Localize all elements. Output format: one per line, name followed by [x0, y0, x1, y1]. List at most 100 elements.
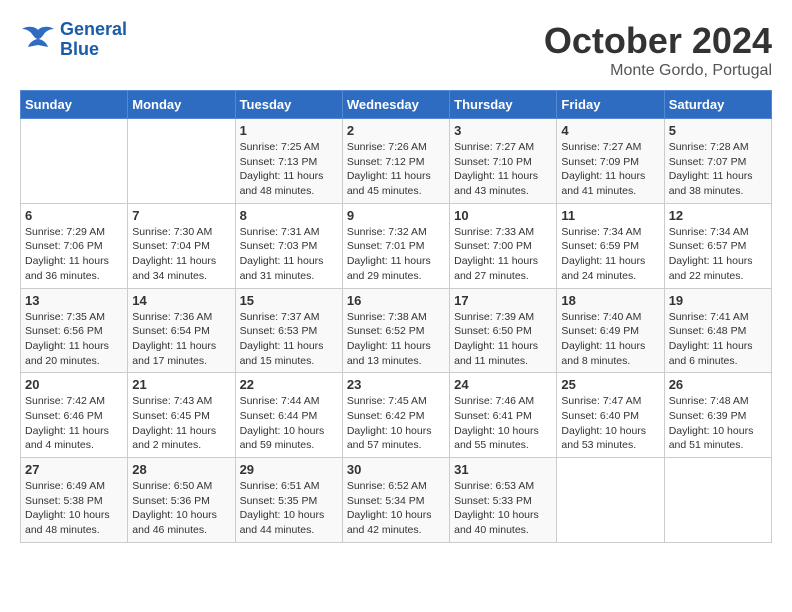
calendar-day-cell: 28 Sunrise: 6:50 AM Sunset: 5:36 PM Dayli… [128, 458, 235, 543]
day-info: Sunrise: 7:47 AM Sunset: 6:40 PM Dayligh… [561, 394, 659, 453]
day-info: Sunrise: 7:34 AM Sunset: 6:59 PM Dayligh… [561, 225, 659, 284]
logo: General Blue [20, 20, 127, 60]
calendar-day-cell: 31 Sunrise: 6:53 AM Sunset: 5:33 PM Dayli… [450, 458, 557, 543]
calendar-day-cell [128, 119, 235, 204]
day-number: 17 [454, 293, 552, 308]
weekday-header: Saturday [664, 91, 771, 119]
day-number: 18 [561, 293, 659, 308]
day-number: 21 [132, 377, 230, 392]
page-header: General Blue October 2024 Monte Gordo, P… [20, 20, 772, 80]
calendar-day-cell: 17 Sunrise: 7:39 AM Sunset: 6:50 PM Dayli… [450, 288, 557, 373]
calendar-day-cell: 13 Sunrise: 7:35 AM Sunset: 6:56 PM Dayli… [21, 288, 128, 373]
day-number: 11 [561, 208, 659, 223]
calendar-day-cell: 1Sunrise: 7:25 AM Sunset: 7:13 PM Daylig… [235, 119, 342, 204]
logo-icon [20, 25, 56, 55]
day-info: Sunrise: 7:25 AM Sunset: 7:13 PM Dayligh… [240, 140, 338, 199]
calendar-day-cell: 20 Sunrise: 7:42 AM Sunset: 6:46 PM Dayli… [21, 373, 128, 458]
weekday-header: Monday [128, 91, 235, 119]
day-number: 24 [454, 377, 552, 392]
day-number: 19 [669, 293, 767, 308]
calendar-day-cell [557, 458, 664, 543]
calendar-day-cell: 4 Sunrise: 7:27 AM Sunset: 7:09 PM Daylig… [557, 119, 664, 204]
day-info: Sunrise: 7:27 AM Sunset: 7:09 PM Dayligh… [561, 140, 659, 199]
day-number: 8 [240, 208, 338, 223]
calendar-day-cell: 9Sunrise: 7:32 AM Sunset: 7:01 PM Daylig… [342, 203, 449, 288]
month-title: October 2024 [544, 20, 772, 62]
day-number: 23 [347, 377, 445, 392]
calendar-day-cell: 30 Sunrise: 6:52 AM Sunset: 5:34 PM Dayli… [342, 458, 449, 543]
day-number: 10 [454, 208, 552, 223]
calendar-day-cell: 23 Sunrise: 7:45 AM Sunset: 6:42 PM Dayli… [342, 373, 449, 458]
day-number: 20 [25, 377, 123, 392]
calendar-day-cell: 8 Sunrise: 7:31 AM Sunset: 7:03 PM Daylig… [235, 203, 342, 288]
day-number: 9 [347, 208, 445, 223]
calendar-day-cell: 10 Sunrise: 7:33 AM Sunset: 7:00 PM Dayli… [450, 203, 557, 288]
day-number: 4 [561, 123, 659, 138]
calendar-day-cell: 29 Sunrise: 6:51 AM Sunset: 5:35 PM Dayli… [235, 458, 342, 543]
calendar-day-cell: 25Sunrise: 7:47 AM Sunset: 6:40 PM Dayli… [557, 373, 664, 458]
day-info: Sunrise: 7:35 AM Sunset: 6:56 PM Dayligh… [25, 310, 123, 369]
calendar-week-row: 20 Sunrise: 7:42 AM Sunset: 6:46 PM Dayli… [21, 373, 772, 458]
calendar-day-cell [664, 458, 771, 543]
day-info: Sunrise: 7:44 AM Sunset: 6:44 PM Dayligh… [240, 394, 338, 453]
calendar-day-cell [21, 119, 128, 204]
calendar-table: SundayMondayTuesdayWednesdayThursdayFrid… [20, 90, 772, 543]
day-number: 14 [132, 293, 230, 308]
calendar-day-cell: 21 Sunrise: 7:43 AM Sunset: 6:45 PM Dayli… [128, 373, 235, 458]
day-number: 3 [454, 123, 552, 138]
day-number: 13 [25, 293, 123, 308]
day-info: Sunrise: 7:41 AM Sunset: 6:48 PM Dayligh… [669, 310, 767, 369]
weekday-header: Sunday [21, 91, 128, 119]
calendar-day-cell: 27 Sunrise: 6:49 AM Sunset: 5:38 PM Dayli… [21, 458, 128, 543]
weekday-header: Tuesday [235, 91, 342, 119]
day-info: Sunrise: 7:40 AM Sunset: 6:49 PM Dayligh… [561, 310, 659, 369]
day-number: 29 [240, 462, 338, 477]
day-info: Sunrise: 6:53 AM Sunset: 5:33 PM Dayligh… [454, 479, 552, 538]
day-number: 5 [669, 123, 767, 138]
weekday-header: Friday [557, 91, 664, 119]
calendar-day-cell: 16Sunrise: 7:38 AM Sunset: 6:52 PM Dayli… [342, 288, 449, 373]
day-info: Sunrise: 6:52 AM Sunset: 5:34 PM Dayligh… [347, 479, 445, 538]
day-info: Sunrise: 7:30 AM Sunset: 7:04 PM Dayligh… [132, 225, 230, 284]
day-info: Sunrise: 7:33 AM Sunset: 7:00 PM Dayligh… [454, 225, 552, 284]
day-info: Sunrise: 7:27 AM Sunset: 7:10 PM Dayligh… [454, 140, 552, 199]
day-info: Sunrise: 7:42 AM Sunset: 6:46 PM Dayligh… [25, 394, 123, 453]
weekday-header: Thursday [450, 91, 557, 119]
day-info: Sunrise: 7:46 AM Sunset: 6:41 PM Dayligh… [454, 394, 552, 453]
day-number: 30 [347, 462, 445, 477]
calendar-day-cell: 3 Sunrise: 7:27 AM Sunset: 7:10 PM Daylig… [450, 119, 557, 204]
location-subtitle: Monte Gordo, Portugal [544, 62, 772, 80]
day-info: Sunrise: 7:28 AM Sunset: 7:07 PM Dayligh… [669, 140, 767, 199]
calendar-day-cell: 14 Sunrise: 7:36 AM Sunset: 6:54 PM Dayli… [128, 288, 235, 373]
weekday-header-row: SundayMondayTuesdayWednesdayThursdayFrid… [21, 91, 772, 119]
day-number: 28 [132, 462, 230, 477]
calendar-day-cell: 2Sunrise: 7:26 AM Sunset: 7:12 PM Daylig… [342, 119, 449, 204]
title-block: October 2024 Monte Gordo, Portugal [544, 20, 772, 80]
day-info: Sunrise: 7:31 AM Sunset: 7:03 PM Dayligh… [240, 225, 338, 284]
day-info: Sunrise: 7:38 AM Sunset: 6:52 PM Dayligh… [347, 310, 445, 369]
calendar-day-cell: 6Sunrise: 7:29 AM Sunset: 7:06 PM Daylig… [21, 203, 128, 288]
calendar-day-cell: 18 Sunrise: 7:40 AM Sunset: 6:49 PM Dayli… [557, 288, 664, 373]
day-info: Sunrise: 6:49 AM Sunset: 5:38 PM Dayligh… [25, 479, 123, 538]
day-info: Sunrise: 7:48 AM Sunset: 6:39 PM Dayligh… [669, 394, 767, 453]
day-number: 12 [669, 208, 767, 223]
calendar-week-row: 6Sunrise: 7:29 AM Sunset: 7:06 PM Daylig… [21, 203, 772, 288]
day-number: 31 [454, 462, 552, 477]
day-info: Sunrise: 7:36 AM Sunset: 6:54 PM Dayligh… [132, 310, 230, 369]
day-number: 27 [25, 462, 123, 477]
calendar-day-cell: 12Sunrise: 7:34 AM Sunset: 6:57 PM Dayli… [664, 203, 771, 288]
day-info: Sunrise: 6:51 AM Sunset: 5:35 PM Dayligh… [240, 479, 338, 538]
calendar-week-row: 13 Sunrise: 7:35 AM Sunset: 6:56 PM Dayli… [21, 288, 772, 373]
day-info: Sunrise: 7:45 AM Sunset: 6:42 PM Dayligh… [347, 394, 445, 453]
calendar-day-cell: 5 Sunrise: 7:28 AM Sunset: 7:07 PM Daylig… [664, 119, 771, 204]
calendar-day-cell: 19 Sunrise: 7:41 AM Sunset: 6:48 PM Dayli… [664, 288, 771, 373]
day-number: 6 [25, 208, 123, 223]
day-info: Sunrise: 6:50 AM Sunset: 5:36 PM Dayligh… [132, 479, 230, 538]
day-info: Sunrise: 7:39 AM Sunset: 6:50 PM Dayligh… [454, 310, 552, 369]
day-info: Sunrise: 7:43 AM Sunset: 6:45 PM Dayligh… [132, 394, 230, 453]
day-number: 7 [132, 208, 230, 223]
day-number: 2 [347, 123, 445, 138]
calendar-day-cell: 15Sunrise: 7:37 AM Sunset: 6:53 PM Dayli… [235, 288, 342, 373]
logo-text: General Blue [60, 20, 127, 60]
weekday-header: Wednesday [342, 91, 449, 119]
